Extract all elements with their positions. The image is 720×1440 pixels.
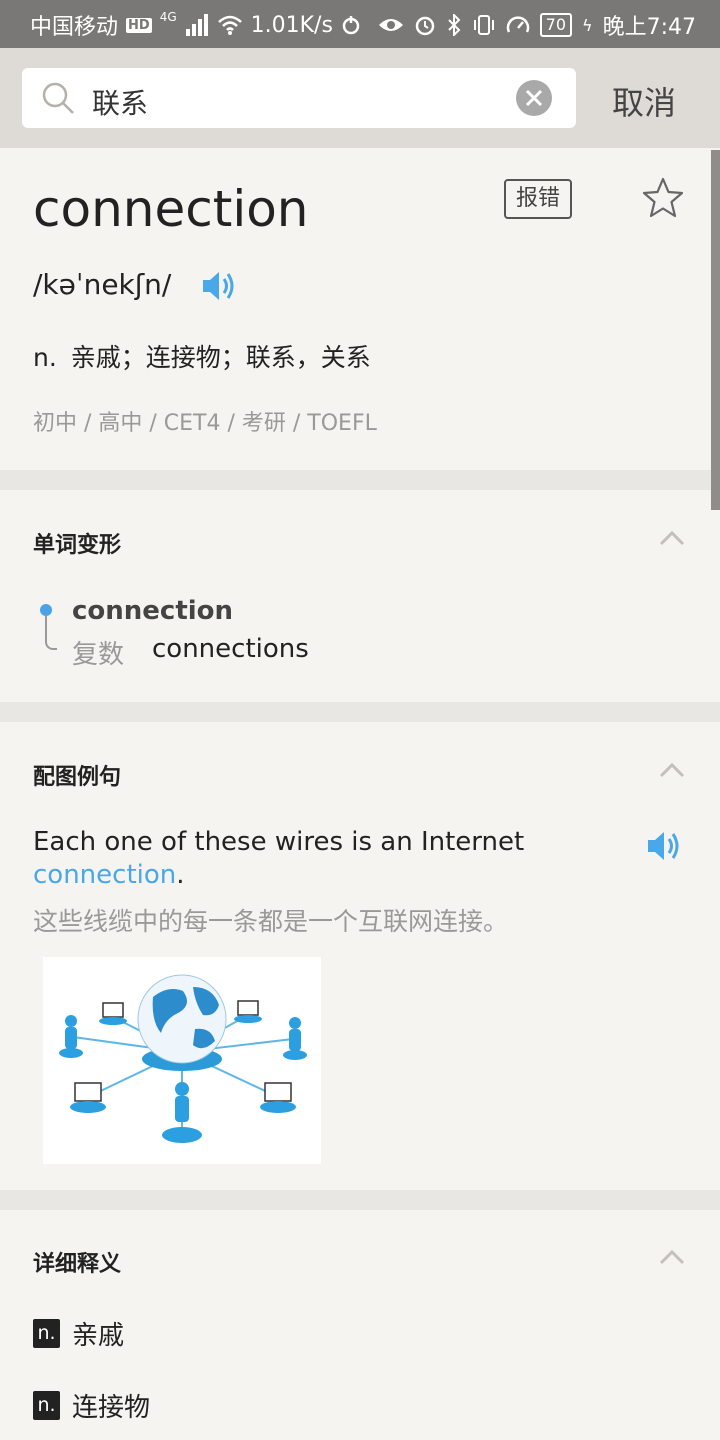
network-speed: 1.01K/s bbox=[250, 12, 333, 38]
status-right: 70 ϟ 晚上7:47 bbox=[378, 9, 696, 41]
definition-item[interactable]: n. 连接物 bbox=[33, 1387, 150, 1424]
word-forms-title: 单词变形 bbox=[33, 533, 122, 558]
example-sentence-text: Each one of these wires is an Internet bbox=[33, 827, 525, 857]
example-highlight-word[interactable]: connection bbox=[33, 860, 176, 890]
scrollbar[interactable] bbox=[711, 150, 720, 510]
sync-icon bbox=[342, 16, 360, 35]
carrier-name: 中国移动 bbox=[30, 15, 119, 40]
favorite-star-icon[interactable] bbox=[641, 177, 685, 219]
definition-text: 亲戚；连接物；联系，关系 bbox=[70, 343, 371, 372]
chevron-up-icon[interactable] bbox=[659, 529, 685, 547]
pronunciation-speaker-icon[interactable] bbox=[200, 268, 238, 304]
headword: connection bbox=[33, 180, 309, 238]
section-divider bbox=[0, 470, 720, 490]
example-sentence-end: . bbox=[176, 860, 185, 890]
exam-levels: 初中 / 高中 / CET4 / 考研 / TOEFL bbox=[33, 411, 377, 436]
pos-badge: n. bbox=[33, 1391, 60, 1420]
cancel-button[interactable]: 取消 bbox=[612, 78, 676, 124]
search-bar: 联系 取消 bbox=[0, 48, 720, 148]
search-input[interactable]: 联系 bbox=[22, 68, 576, 128]
part-of-speech: n. bbox=[33, 343, 57, 372]
status-time: 晚上7:47 bbox=[602, 15, 696, 40]
example-sentence: Each one of these wires is an Internet c… bbox=[33, 826, 593, 892]
status-bar: 中国移动 HD 4G 1.01K/s 70 ϟ 晚上7:47 bbox=[0, 0, 720, 48]
illustrated-example-title: 配图例句 bbox=[33, 765, 122, 790]
phonetic: /kəˈnekʃn/ bbox=[33, 268, 172, 301]
clear-search-button[interactable] bbox=[516, 80, 552, 116]
pos-badge: n. bbox=[33, 1319, 60, 1348]
section-divider bbox=[0, 702, 720, 722]
search-query: 联系 bbox=[92, 87, 149, 120]
definition-item[interactable]: n. 亲戚 bbox=[33, 1315, 124, 1352]
timeline-dot bbox=[40, 604, 52, 616]
example-translation: 这些线缆中的每一条都是一个互联网连接。 bbox=[33, 907, 509, 936]
plural-label: 复数 bbox=[72, 640, 125, 670]
timeline-connector bbox=[45, 616, 57, 650]
search-icon bbox=[42, 82, 74, 114]
alarm-icon bbox=[415, 16, 434, 36]
plural-value[interactable]: connections bbox=[152, 634, 309, 664]
vibrate-icon bbox=[473, 15, 494, 35]
example-illustration[interactable] bbox=[43, 957, 321, 1164]
chevron-up-icon[interactable] bbox=[659, 761, 685, 779]
status-left: 中国移动 HD 4G 1.01K/s bbox=[30, 9, 361, 41]
close-icon bbox=[525, 89, 543, 107]
signal-icon bbox=[185, 14, 208, 36]
chevron-up-icon[interactable] bbox=[659, 1248, 685, 1266]
network-globe-illustration bbox=[59, 974, 307, 1143]
definition-item-text: 亲戚 bbox=[72, 1321, 125, 1351]
definition-item-text: 连接物 bbox=[72, 1393, 151, 1423]
section-divider bbox=[0, 1190, 720, 1210]
battery-indicator: 70 bbox=[539, 13, 573, 37]
report-error-button[interactable]: 报错 bbox=[504, 179, 572, 219]
wifi-icon bbox=[217, 15, 242, 35]
brief-definition: n. 亲戚；连接物；联系，关系 bbox=[33, 338, 371, 374]
eye-icon bbox=[378, 19, 403, 31]
charging-icon: ϟ bbox=[582, 15, 593, 35]
base-word: connection bbox=[72, 596, 234, 626]
network-type: 4G bbox=[159, 10, 177, 24]
detailed-definitions-title: 详细释义 bbox=[33, 1252, 122, 1277]
hd-badge: HD bbox=[126, 17, 152, 33]
bluetooth-icon bbox=[447, 14, 461, 36]
speedometer-icon bbox=[506, 16, 529, 33]
example-speaker-icon[interactable] bbox=[645, 828, 683, 864]
